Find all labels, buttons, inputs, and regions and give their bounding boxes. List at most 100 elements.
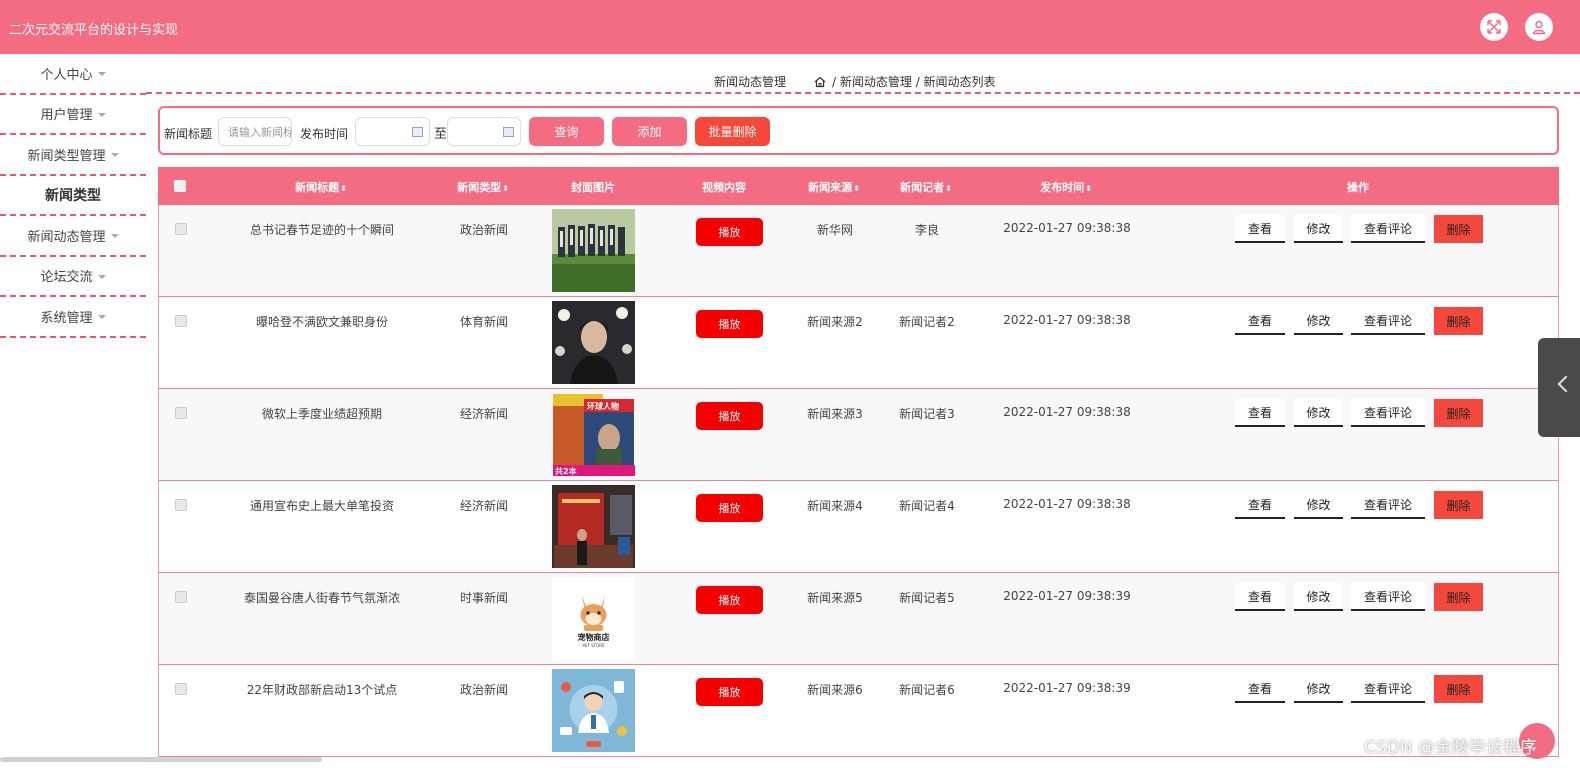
title-label: 新闻标题 [164, 127, 213, 141]
sort-icon[interactable]: ⬍ [502, 184, 509, 193]
header-time[interactable]: 发布时间⬍ [1040, 179, 1092, 195]
horizontal-scrollbar[interactable] [0, 757, 322, 762]
edit-button[interactable]: 修改 [1294, 583, 1343, 611]
breadcrumb-path[interactable]: / 新闻动态管理 / 新闻动态列表 [832, 73, 996, 90]
cell-title: 微软上季度业绩超预期 [261, 407, 383, 421]
sidebar-item-label: 个人中心 [40, 67, 93, 83]
magazine-title-text: 环球人物 [587, 401, 619, 411]
cell-reporter: 李良 [914, 223, 940, 237]
cell-reporter: 新闻记者6 [899, 683, 955, 697]
delete-button[interactable]: 删除 [1434, 583, 1483, 611]
view-button[interactable]: 查看 [1235, 215, 1285, 243]
delete-button[interactable]: 删除 [1434, 215, 1483, 243]
play-video-button[interactable]: 播放 [696, 218, 763, 246]
sidebar-subitem-news-type[interactable]: 新闻类型 [0, 176, 146, 216]
edit-button[interactable]: 修改 [1294, 307, 1343, 335]
table-row: 22年财政部新启动13个试点 政治新闻 播放 新闻来源6 新闻记者6 2022-… [158, 665, 1559, 757]
view-comments-button[interactable]: 查看评论 [1351, 491, 1425, 519]
play-video-button[interactable]: 播放 [696, 402, 763, 430]
view-comments-button[interactable]: 查看评论 [1351, 675, 1425, 703]
cell-title: 通用宣布史上最大单笔投资 [249, 499, 395, 513]
time-label: 发布时间 [300, 127, 349, 141]
sidebar-item-news-management[interactable]: 新闻动态管理 [0, 216, 146, 257]
header-reporter[interactable]: 新闻记者⬍ [900, 179, 952, 195]
home-icon[interactable] [814, 76, 826, 88]
edit-button[interactable]: 修改 [1294, 399, 1343, 427]
cell-time: 2022-01-27 09:38:38 [1003, 221, 1131, 235]
header-label: 发布时间 [1040, 181, 1085, 194]
sidebar-item-label: 用户管理 [40, 108, 93, 124]
row-checkbox[interactable] [175, 591, 187, 603]
cover-image [552, 669, 635, 752]
view-comments-button[interactable]: 查看评论 [1351, 215, 1425, 243]
delete-button[interactable]: 删除 [1434, 491, 1483, 519]
batch-delete-button[interactable]: 批量删除 [695, 117, 770, 146]
header-label: 新闻类型 [457, 181, 502, 194]
view-button[interactable]: 查看 [1235, 675, 1285, 703]
delete-button[interactable]: 删除 [1434, 399, 1483, 427]
cell-time: 2022-01-27 09:38:39 [1003, 589, 1131, 603]
sidebar-item-system-management[interactable]: 系统管理 [0, 297, 146, 338]
sort-icon[interactable]: ⬍ [945, 184, 952, 193]
user-avatar-button[interactable] [1525, 13, 1553, 41]
sort-icon[interactable]: ⬍ [1085, 184, 1092, 193]
view-button[interactable]: 查看 [1235, 491, 1285, 519]
row-checkbox[interactable] [175, 499, 187, 511]
caret-down-icon [97, 274, 106, 279]
top-header: 二次元交流平台的设计与实现 [0, 0, 1580, 54]
calendar-icon [412, 127, 423, 137]
edit-button[interactable]: 修改 [1294, 491, 1343, 519]
row-checkbox[interactable] [175, 407, 187, 419]
pet-store-en-text: PET STORE [582, 643, 605, 648]
view-comments-button[interactable]: 查看评论 [1351, 307, 1425, 335]
sort-icon[interactable]: ⬍ [853, 184, 860, 193]
play-video-button[interactable]: 播放 [696, 586, 763, 614]
query-button[interactable]: 查询 [529, 117, 604, 146]
row-checkbox[interactable] [175, 683, 187, 695]
title-search-input[interactable]: 请输入新闻标题 [218, 117, 292, 146]
cell-title: 总书记春节足迹的十个瞬间 [249, 223, 395, 237]
fullscreen-button[interactable] [1480, 13, 1508, 41]
table-row: 微软上季度业绩超预期 经济新闻 共2本 环球人物 播放 新闻来源3 新闻记者3 2… [158, 389, 1559, 481]
play-video-button[interactable]: 播放 [696, 678, 763, 706]
row-checkbox[interactable] [175, 315, 187, 327]
play-video-button[interactable]: 播放 [696, 494, 763, 522]
delete-button[interactable]: 删除 [1434, 675, 1483, 703]
cell-source: 新闻来源5 [807, 591, 863, 605]
divider [146, 92, 1580, 94]
sidebar-item-forum[interactable]: 论坛交流 [0, 257, 146, 297]
row-checkbox[interactable] [175, 223, 187, 235]
calendar-icon [503, 127, 514, 137]
header-title[interactable]: 新闻标题⬍ [295, 179, 347, 195]
cover-image [552, 485, 635, 568]
view-button[interactable]: 查看 [1235, 307, 1285, 335]
sidebar-item-news-type-management[interactable]: 新闻类型管理 [0, 135, 146, 176]
cell-title: 曝哈登不满欧文兼职身份 [255, 315, 389, 329]
play-video-button[interactable]: 播放 [696, 310, 763, 338]
table-header: 新闻标题⬍ 新闻类型⬍ 封面图片 视频内容 新闻来源⬍ 新闻记者⬍ 发布时间⬍ … [158, 167, 1559, 205]
view-comments-button[interactable]: 查看评论 [1351, 583, 1425, 611]
cell-time: 2022-01-27 09:38:38 [1003, 405, 1131, 419]
select-all-checkbox[interactable] [174, 180, 186, 192]
view-comments-button[interactable]: 查看评论 [1351, 399, 1425, 427]
watermark: CSDN @金陵毕设程序 [1364, 738, 1537, 758]
add-button[interactable]: 添加 [612, 117, 687, 146]
caret-down-icon [97, 315, 106, 320]
edit-button[interactable]: 修改 [1294, 215, 1343, 243]
header-type[interactable]: 新闻类型⬍ [457, 179, 509, 195]
edit-button[interactable]: 修改 [1294, 675, 1343, 703]
header-source[interactable]: 新闻来源⬍ [808, 179, 860, 195]
end-date-input[interactable] [447, 117, 521, 146]
side-panel-toggle[interactable] [1538, 338, 1580, 437]
cell-reporter: 新闻记者5 [899, 591, 955, 605]
app-title: 二次元交流平台的设计与实现 [9, 23, 179, 38]
sidebar-item-personal-center[interactable]: 个人中心 [0, 54, 146, 95]
view-button[interactable]: 查看 [1235, 583, 1285, 611]
magazine-foot-text: 共2本 [555, 466, 577, 476]
delete-button[interactable]: 删除 [1434, 307, 1483, 335]
view-button[interactable]: 查看 [1235, 399, 1285, 427]
sort-icon[interactable]: ⬍ [340, 184, 347, 193]
sidebar-item-user-management[interactable]: 用户管理 [0, 95, 146, 135]
start-date-input[interactable] [355, 117, 430, 146]
table-row: 通用宣布史上最大单笔投资 经济新闻 播放 新闻来源4 新闻记者4 2022-01… [158, 481, 1559, 573]
